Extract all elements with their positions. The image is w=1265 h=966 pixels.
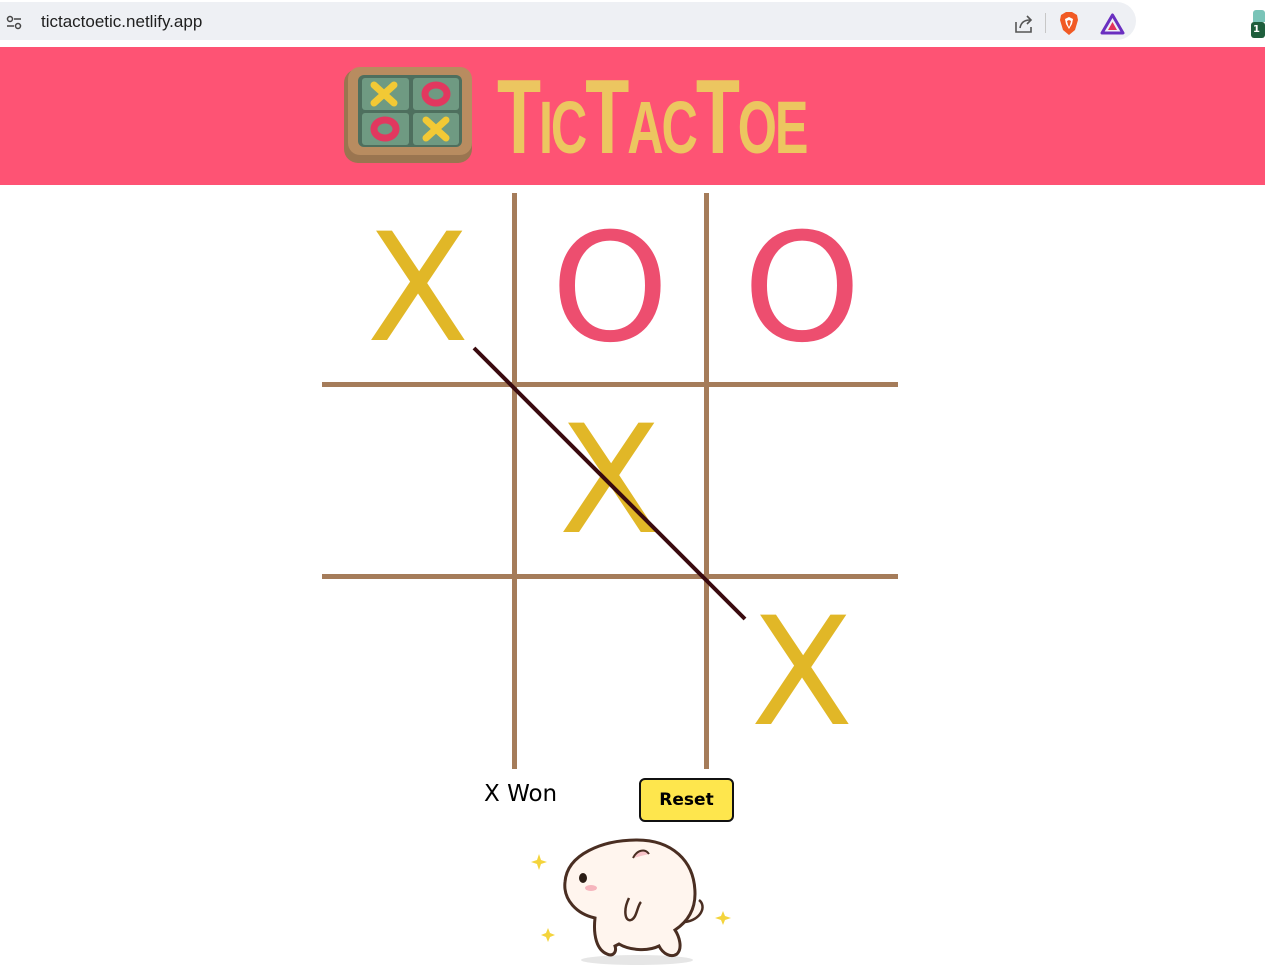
- board-cell-9[interactable]: X: [706, 577, 898, 769]
- extension-badge: 1: [1251, 22, 1265, 38]
- game-board: X O O X X: [322, 193, 898, 769]
- cell-mark: X: [750, 586, 854, 760]
- cell-mark: O: [550, 202, 670, 376]
- share-icon[interactable]: [1013, 13, 1035, 35]
- reset-button[interactable]: Reset: [639, 778, 734, 822]
- cat-mascot-icon: [531, 838, 731, 965]
- brave-shield-icon[interactable]: [1058, 11, 1080, 36]
- site-title: TicTacToe: [497, 58, 808, 176]
- address-bar[interactable]: tictactoetic.netlify.app: [0, 2, 1136, 40]
- board-cell-2[interactable]: O: [514, 193, 706, 385]
- browser-toolbar: tictactoetic.netlify.app 1: [0, 0, 1265, 46]
- extension-icon[interactable]: 1: [1251, 10, 1265, 40]
- tictactoe-board-logo-icon: [344, 67, 472, 163]
- board-cell-3[interactable]: O: [706, 193, 898, 385]
- board-cell-6[interactable]: [706, 385, 898, 577]
- board-cell-8[interactable]: [514, 577, 706, 769]
- toolbar-divider: [1045, 13, 1046, 33]
- cell-mark: X: [366, 202, 470, 376]
- board-cell-5[interactable]: X: [514, 385, 706, 577]
- site-header: TicTacToe: [0, 47, 1265, 185]
- url-text[interactable]: tictactoetic.netlify.app: [41, 12, 202, 32]
- game-status: X Won: [484, 781, 558, 807]
- cell-mark: O: [742, 202, 862, 376]
- board-cell-7[interactable]: [322, 577, 514, 769]
- site-info-icon[interactable]: [5, 14, 23, 32]
- board-cell-4[interactable]: [322, 385, 514, 577]
- brave-rewards-icon[interactable]: [1100, 13, 1125, 35]
- board-cell-1[interactable]: X: [322, 193, 514, 385]
- cell-mark: X: [558, 394, 662, 568]
